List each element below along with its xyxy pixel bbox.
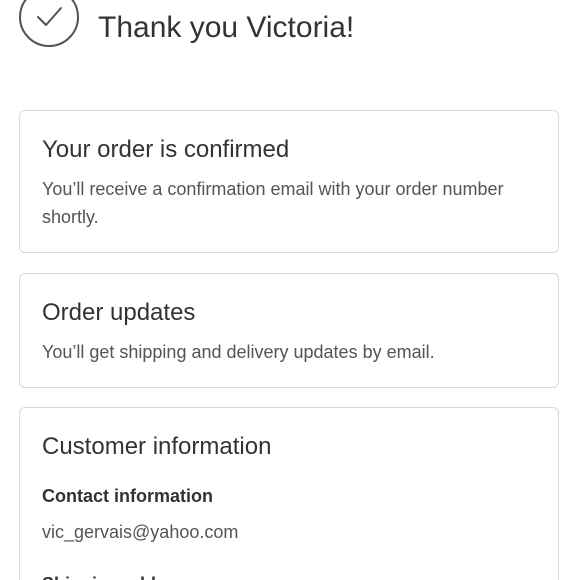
- check-circle-icon: [18, 0, 80, 48]
- order-updates-title: Order updates: [42, 299, 196, 326]
- contact-email: vic_gervais@yahoo.com: [42, 522, 239, 542]
- order-status-page: Thank you Victoria! Your order is confir…: [0, 0, 580, 580]
- contact-information-label: Contact information: [42, 486, 213, 506]
- thank-you-header: Thank you Victoria!: [18, 0, 558, 48]
- order-updates-text: You’ll get shipping and delivery updates…: [42, 342, 435, 362]
- order-updates-card: Order updates You’ll get shipping and de…: [19, 273, 559, 388]
- page-title: Thank you Victoria!: [98, 11, 355, 44]
- customer-information-title: Customer information: [42, 433, 272, 460]
- customer-information-card: Customer information Contact information…: [19, 407, 559, 580]
- order-confirmed-card: Your order is confirmed You’ll receive a…: [19, 110, 559, 253]
- order-confirmed-text: You’ll receive a confirmation email with…: [42, 179, 504, 227]
- shipping-address-label: Shipping address: [42, 572, 193, 580]
- order-confirmed-title: Your order is confirmed: [42, 136, 290, 163]
